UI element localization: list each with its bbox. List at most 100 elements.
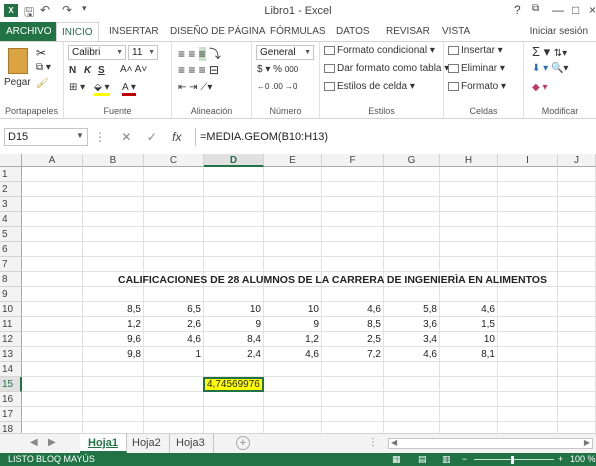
cell[interactable] — [498, 302, 558, 317]
cell[interactable] — [144, 242, 204, 257]
cell[interactable] — [384, 377, 440, 392]
copy-icon[interactable]: ⧉ ▾ — [36, 62, 51, 73]
data-cell[interactable]: 4,6 — [264, 347, 322, 362]
scroll-left-icon[interactable]: ◀ — [391, 438, 397, 447]
cell[interactable] — [558, 362, 596, 377]
cell[interactable] — [384, 422, 440, 433]
cell[interactable] — [83, 392, 144, 407]
cell[interactable] — [322, 212, 384, 227]
cell[interactable] — [144, 377, 204, 392]
cell[interactable] — [440, 182, 498, 197]
cell[interactable] — [440, 392, 498, 407]
cell[interactable] — [144, 362, 204, 377]
cell[interactable] — [498, 392, 558, 407]
cell[interactable] — [22, 257, 83, 272]
normal-view-icon[interactable]: ▦ — [392, 453, 401, 466]
tab-insertar[interactable]: INSERTAR — [104, 22, 164, 42]
cell[interactable] — [558, 257, 596, 272]
data-cell[interactable]: 10 — [264, 302, 322, 317]
borders-icon[interactable]: ⊞ ▾ — [69, 82, 85, 93]
minimize-button[interactable]: — — [552, 3, 564, 17]
cell[interactable] — [204, 392, 264, 407]
data-cell[interactable]: 9 — [264, 317, 322, 332]
data-cell[interactable]: 1 — [144, 347, 204, 362]
cell[interactable] — [498, 242, 558, 257]
close-button[interactable]: × — [589, 3, 596, 17]
data-cell[interactable]: 4,6 — [440, 302, 498, 317]
cell[interactable] — [22, 317, 83, 332]
autosum-icon[interactable]: Σ ▾ ⇅▾ — [532, 44, 567, 60]
delete-cells-button[interactable]: Eliminar ▾ — [448, 63, 505, 74]
cell[interactable] — [322, 182, 384, 197]
cell[interactable] — [22, 167, 83, 182]
cell[interactable] — [204, 227, 264, 242]
tab-formulas[interactable]: FÓRMULAS — [265, 22, 331, 42]
format-painter-icon[interactable]: 🖌 — [36, 78, 49, 89]
left-align-icon[interactable]: ≡ ≡ ≡ ⊟ — [178, 63, 219, 77]
data-cell[interactable]: 8,5 — [322, 317, 384, 332]
cell[interactable] — [264, 227, 322, 242]
paste-button[interactable]: Pegar — [4, 77, 31, 88]
cell[interactable] — [558, 182, 596, 197]
cell[interactable] — [498, 167, 558, 182]
row-header[interactable]: 1 — [0, 167, 22, 182]
page-layout-view-icon[interactable]: ▤ — [418, 453, 427, 466]
cell[interactable] — [144, 227, 204, 242]
cell[interactable] — [384, 392, 440, 407]
cell[interactable] — [558, 227, 596, 242]
cell[interactable] — [22, 302, 83, 317]
currency-button[interactable]: $ ▾ % 000 — [257, 64, 298, 75]
cell[interactable] — [22, 392, 83, 407]
cell[interactable] — [264, 422, 322, 433]
active-cell-d15[interactable]: 4,74569976 — [203, 377, 264, 392]
cell[interactable] — [440, 197, 498, 212]
cell[interactable] — [144, 197, 204, 212]
cell[interactable] — [204, 257, 264, 272]
cell[interactable] — [558, 407, 596, 422]
cell[interactable] — [83, 287, 144, 302]
cell[interactable] — [264, 197, 322, 212]
data-cell[interactable]: 1,2 — [264, 332, 322, 347]
data-cell[interactable]: 3,4 — [384, 332, 440, 347]
cell[interactable] — [264, 212, 322, 227]
row-header[interactable]: 17 — [0, 407, 22, 422]
tab-inicio[interactable]: INICIO — [56, 22, 99, 42]
horizontal-scrollbar[interactable]: ◀ ▶ — [388, 438, 593, 449]
data-cell[interactable]: 9 — [204, 317, 264, 332]
column-header-d[interactable]: D — [204, 154, 264, 167]
data-cell[interactable]: 2,4 — [204, 347, 264, 362]
cell[interactable] — [440, 242, 498, 257]
cell[interactable] — [264, 362, 322, 377]
column-header-g[interactable]: G — [384, 154, 440, 167]
cell[interactable] — [22, 212, 83, 227]
cell[interactable] — [498, 362, 558, 377]
cell[interactable] — [498, 377, 558, 392]
row-header[interactable]: 2 — [0, 182, 22, 197]
cell[interactable] — [144, 407, 204, 422]
cancel-formula-icon[interactable]: ✕ — [121, 130, 131, 144]
cell[interactable] — [22, 242, 83, 257]
fill-icon[interactable]: ⬇ ▾ 🔍▾ — [532, 63, 568, 74]
cell[interactable] — [264, 407, 322, 422]
cell[interactable] — [384, 182, 440, 197]
cell[interactable] — [558, 317, 596, 332]
row-header[interactable]: 4 — [0, 212, 22, 227]
cell[interactable] — [498, 182, 558, 197]
cell[interactable] — [558, 302, 596, 317]
column-header-h[interactable]: H — [440, 154, 498, 167]
cell[interactable] — [322, 392, 384, 407]
data-cell[interactable]: 2,5 — [322, 332, 384, 347]
formula-input[interactable]: =MEDIA.GEOM(B10:H13) — [195, 128, 596, 146]
cell[interactable] — [83, 167, 144, 182]
data-cell[interactable]: 8,5 — [83, 302, 144, 317]
top-align-icon[interactable]: ≡ ≡ ≡ ⤵ — [178, 45, 221, 62]
page-break-view-icon[interactable]: ▥ — [442, 453, 451, 466]
data-cell[interactable]: 6,5 — [144, 302, 204, 317]
cell[interactable] — [144, 287, 204, 302]
data-cell[interactable]: 9,6 — [83, 332, 144, 347]
cell[interactable] — [144, 182, 204, 197]
cell[interactable] — [498, 257, 558, 272]
column-header-i[interactable]: I — [498, 154, 558, 167]
cell[interactable] — [558, 422, 596, 433]
row-header[interactable]: 7 — [0, 257, 22, 272]
